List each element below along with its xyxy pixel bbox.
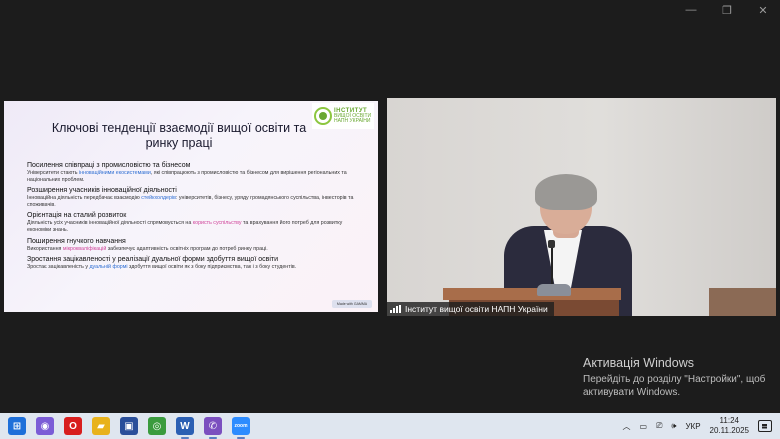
- taskbar: ⊞ ◉ O ▰ ▣ ◎ W ✆ zoom ︿ ▭ ⎚ 🕪 УКР 11:24 20.11.202…: [0, 413, 780, 439]
- institute-logo: ІНСТИТУТ ВИЩОЇ ОСВІТИ НАПН УКРАЇНИ: [312, 103, 374, 129]
- made-with-badge: Made with GAMMA: [332, 300, 372, 308]
- slide-item: Поширення гнучкого навчання Використання…: [27, 238, 367, 253]
- slide-item: Розширення учасників інноваційної діяльн…: [27, 187, 367, 208]
- item-body: Інноваційна діяльність передбачає взаємо…: [27, 195, 354, 208]
- battery-icon[interactable]: ▭: [639, 422, 647, 431]
- window-controls: — ❐ ✕: [684, 4, 770, 17]
- chrome-icon[interactable]: ◎: [148, 417, 166, 435]
- zoom-icon[interactable]: zoom: [232, 417, 250, 439]
- clock[interactable]: 11:24 20.11.2025: [710, 416, 749, 436]
- save-icon[interactable]: ▣: [120, 417, 138, 435]
- language-indicator[interactable]: УКР: [685, 422, 700, 431]
- item-heading: Посилення співпраці з промисловістю та б…: [27, 162, 191, 169]
- signal-icon: [390, 305, 401, 313]
- volume-icon[interactable]: 🕪: [671, 421, 676, 431]
- item-heading: Зростання зацікавленості у реалізації ду…: [27, 256, 279, 264]
- notifications-icon[interactable]: [758, 420, 772, 432]
- shared-slide: ІНСТИТУТ ВИЩОЇ ОСВІТИ НАПН УКРАЇНИ Ключо…: [4, 101, 378, 312]
- participant-name-label: Інститут вищої освіти НАПН України: [387, 302, 554, 316]
- word-icon[interactable]: W: [176, 417, 194, 439]
- speaker-video[interactable]: Інститут вищої освіти НАПН України: [387, 98, 776, 316]
- minimize-icon[interactable]: —: [684, 4, 698, 17]
- windows-start-icon[interactable]: ⊞: [8, 417, 26, 435]
- podium: [443, 288, 621, 300]
- slide-item: Зростання зацікавленості у реалізації ду…: [27, 256, 367, 271]
- clock-date: 20.11.2025: [709, 426, 749, 435]
- activation-line2: активувати Windows.: [583, 387, 681, 398]
- taskbar-apps: ⊞ ◉ O ▰ ▣ ◎ W ✆ zoom: [8, 413, 250, 439]
- item-body: Зростає зацікавленість у дуальній формі …: [27, 264, 297, 271]
- item-heading: Розширення учасників інноваційної діяльн…: [27, 187, 177, 195]
- slide-items: Посилення співпраці з промисловістю та б…: [27, 162, 367, 275]
- chevron-up-icon[interactable]: ︿: [622, 421, 630, 432]
- item-body: Діяльність усіх учасників інноваційної д…: [27, 220, 343, 233]
- copilot-icon[interactable]: ◉: [36, 417, 54, 435]
- windows-activation-watermark: Активація Windows Перейдіть до розділу "…: [583, 356, 765, 399]
- item-heading: Поширення гнучкого навчання: [27, 237, 126, 245]
- file-explorer-icon[interactable]: ▰: [92, 417, 110, 435]
- close-icon[interactable]: ✕: [756, 4, 770, 17]
- item-heading: Орієнтація на сталий розвиток: [27, 212, 127, 220]
- slide-item: Посилення співпраці з промисловістю та б…: [27, 162, 367, 183]
- item-body: Університети стають інноваційними екосис…: [27, 170, 347, 183]
- activation-title: Активація Windows: [583, 356, 694, 370]
- opera-icon[interactable]: O: [64, 417, 82, 435]
- background-shelf: [709, 288, 776, 316]
- participant-name: Інститут вищої освіти НАПН України: [405, 304, 548, 314]
- network-icon[interactable]: ⎚: [656, 421, 662, 431]
- item-body: Використання мікрокваліфікацій забезпечу…: [27, 245, 268, 252]
- viber-icon[interactable]: ✆: [204, 417, 222, 439]
- activation-line1: Перейдіть до розділу "Настройки", щоб: [583, 374, 766, 385]
- clock-time: 11:24: [719, 416, 739, 425]
- slide-item: Орієнтація на сталий розвиток Діяльність…: [27, 212, 367, 233]
- restore-icon[interactable]: ❐: [720, 4, 734, 17]
- logo-mark-icon: [314, 107, 332, 125]
- slide-title: Ключові тенденції взаємодії вищої освіти…: [51, 121, 307, 150]
- system-tray: ︿ ▭ ⎚ 🕪 УКР 11:24 20.11.2025: [622, 413, 772, 439]
